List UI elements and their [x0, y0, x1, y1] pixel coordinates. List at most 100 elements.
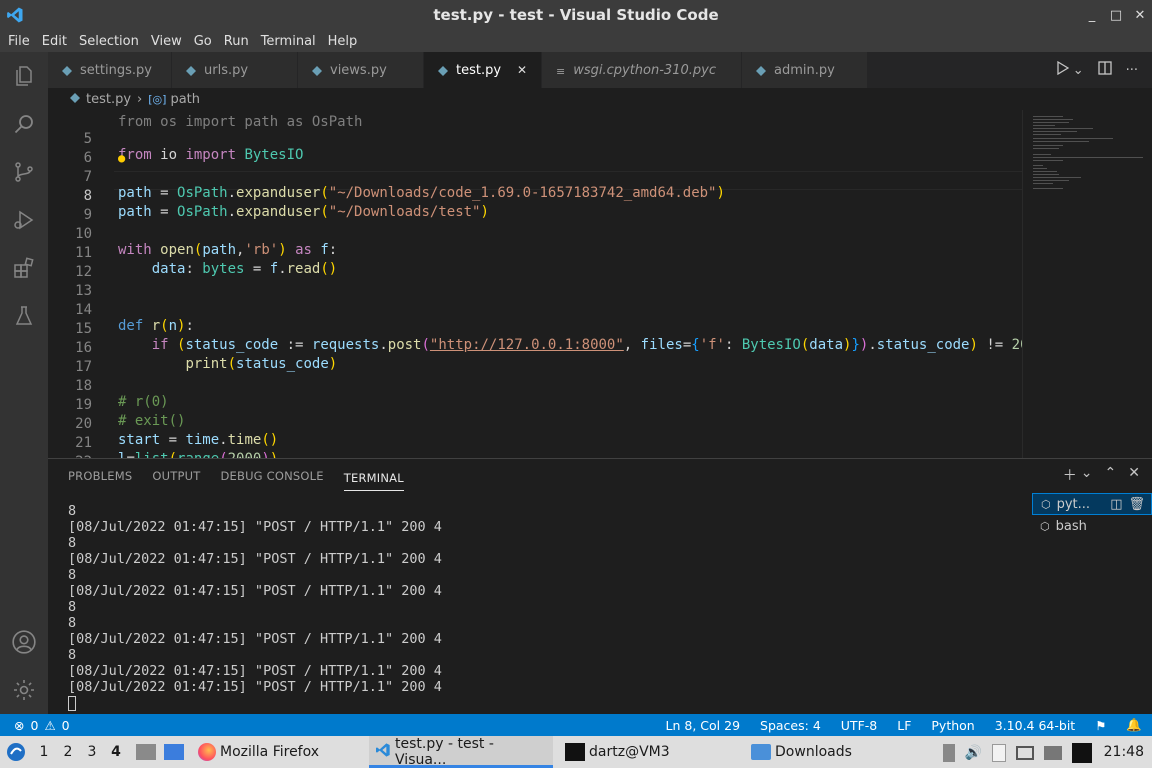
show-desktop-icon[interactable]: [136, 744, 156, 760]
title-bar: test.py - test - Visual Studio Code _ □ …: [0, 0, 1152, 30]
minimap[interactable]: [1022, 110, 1152, 458]
terminal-cube-icon: ⬡: [1041, 497, 1051, 511]
close-tab-icon[interactable]: ✕: [517, 63, 527, 77]
source-control-icon[interactable]: [0, 148, 48, 196]
binary-file-icon: ≡: [556, 65, 566, 78]
terminal-profile-chevron-icon[interactable]: ⌄: [1081, 465, 1093, 485]
terminal-instance-bash[interactable]: ⬡ bash: [1032, 515, 1152, 537]
system-monitor-icon[interactable]: [1072, 743, 1092, 763]
start-menu-icon[interactable]: [0, 742, 32, 762]
terminal-line: 8: [68, 503, 77, 519]
clipboard-icon[interactable]: [992, 744, 1006, 762]
workspace-3[interactable]: 3: [80, 744, 104, 760]
clock[interactable]: 21:48: [1104, 744, 1144, 760]
task-firefox[interactable]: Mozilla Firefox: [192, 736, 325, 768]
volume-icon[interactable]: 🔊: [965, 745, 982, 761]
code-line: 13: [75, 283, 92, 299]
terminal-instance-python[interactable]: ⬡ pyt... ◫ 🗑: [1032, 493, 1152, 515]
code-line: 15 if (status_code := requests.post("htt…: [75, 321, 1022, 353]
encoding[interactable]: UTF-8: [841, 718, 877, 733]
code-line: 21 l=list(range(2000)): [75, 435, 278, 458]
tab-wsgi-pyc[interactable]: ≡ wsgi.cpython-310.pyc: [542, 52, 742, 88]
menu-selection[interactable]: Selection: [73, 34, 145, 49]
testing-flask-icon[interactable]: [0, 292, 48, 340]
cursor-position[interactable]: Ln 8, Col 29: [666, 718, 741, 733]
more-actions-icon[interactable]: ···: [1126, 63, 1138, 78]
menu-help[interactable]: Help: [322, 34, 364, 49]
accounts-icon[interactable]: [0, 618, 48, 666]
run-file-icon[interactable]: [1057, 60, 1069, 79]
terminal-line: [08/Jul/2022 01:47:15] "POST / HTTP/1.1"…: [68, 551, 442, 567]
removable-drive-icon[interactable]: [1044, 746, 1062, 760]
menu-terminal[interactable]: Terminal: [255, 34, 322, 49]
kill-terminal-icon[interactable]: 🗑: [1128, 497, 1145, 512]
maximize-button[interactable]: □: [1104, 0, 1128, 30]
tab-admin-py[interactable]: admin.py: [742, 52, 868, 88]
search-icon[interactable]: [0, 100, 48, 148]
tab-settings-py[interactable]: settings.py: [48, 52, 172, 88]
code-line: 5 from io import BytesIO: [83, 131, 304, 163]
panel-tab-output[interactable]: OUTPUT: [152, 459, 200, 493]
tab-test-py[interactable]: test.py ✕: [424, 52, 542, 88]
extensions-icon[interactable]: [0, 244, 48, 292]
menu-file[interactable]: File: [2, 34, 36, 49]
network-icon[interactable]: [1016, 746, 1034, 760]
language-mode[interactable]: Python: [931, 718, 974, 733]
split-editor-icon[interactable]: [1097, 61, 1112, 79]
indentation[interactable]: Spaces: 4: [760, 718, 821, 733]
editor-tabs: settings.py urls.py views.py test.py ✕ ≡…: [48, 52, 1152, 88]
breadcrumb-file[interactable]: test.py: [86, 92, 131, 107]
menu-view[interactable]: View: [145, 34, 188, 49]
menu-edit[interactable]: Edit: [36, 34, 73, 49]
activity-bar: [0, 52, 48, 714]
feedback-icon[interactable]: ⚑: [1095, 718, 1106, 733]
terminal-line: [08/Jul/2022 01:47:15] "POST / HTTP/1.1"…: [68, 519, 442, 535]
split-terminal-icon[interactable]: ◫: [1110, 497, 1122, 512]
breadcrumb-symbol[interactable]: path: [170, 92, 200, 107]
maximize-panel-icon[interactable]: ⌃: [1105, 465, 1117, 485]
new-terminal-icon[interactable]: ＋: [1063, 465, 1077, 485]
terminal-cube-icon: ⬡: [1040, 519, 1050, 533]
menu-run[interactable]: Run: [218, 34, 255, 49]
lightbulb-icon[interactable]: ●: [118, 151, 125, 165]
terminal-line: 8: [68, 615, 77, 631]
terminal-cursor: [68, 696, 76, 711]
python-file-icon: [186, 65, 196, 76]
code-line: 12: [75, 264, 92, 280]
panel-tab-debug-console[interactable]: DEBUG CONSOLE: [220, 459, 323, 493]
workspace-1[interactable]: 1: [32, 744, 56, 760]
tab-urls-py[interactable]: urls.py: [172, 52, 298, 88]
terminal-output[interactable]: 8 [08/Jul/2022 01:47:15] "POST / HTTP/1.1…: [68, 503, 1008, 711]
close-panel-icon[interactable]: ✕: [1128, 465, 1140, 485]
python-interpreter[interactable]: 3.10.4 64-bit: [995, 718, 1075, 733]
terminal-app-icon: [565, 743, 586, 761]
menu-go[interactable]: Go: [188, 34, 218, 49]
code-editor[interactable]: from os import path as OsPath 5 from io …: [48, 110, 1022, 458]
tray-indicator-icon[interactable]: [942, 744, 955, 762]
panel-tab-problems[interactable]: PROBLEMS: [68, 459, 132, 493]
code-line: 20 start = time.time(): [75, 416, 279, 448]
settings-gear-icon[interactable]: [0, 666, 48, 714]
window-title: test.py - test - Visual Studio Code: [433, 6, 719, 24]
task-vscode[interactable]: test.py - test - Visua...: [369, 736, 554, 768]
explorer-icon[interactable]: [0, 52, 48, 100]
tab-views-py[interactable]: views.py: [298, 52, 424, 88]
run-options-chevron-icon[interactable]: ⌄: [1073, 63, 1084, 78]
code-line: 16 print(status_code): [75, 340, 338, 372]
problems-status[interactable]: ⊗ 0 ⚠ 0: [0, 718, 70, 733]
panel-tab-terminal[interactable]: TERMINAL: [343, 461, 404, 491]
file-manager-launcher-icon[interactable]: [164, 744, 184, 760]
workspace-2[interactable]: 2: [56, 744, 80, 760]
task-downloads[interactable]: Downloads: [745, 736, 858, 768]
workspace-4[interactable]: 4: [104, 744, 128, 760]
task-terminal[interactable]: dartz@VM3: [559, 736, 745, 768]
close-window-button[interactable]: ✕: [1128, 0, 1152, 30]
terminal-line: 8: [68, 535, 77, 551]
notifications-bell-icon[interactable]: 🔔: [1126, 717, 1142, 733]
end-of-line[interactable]: LF: [897, 718, 911, 733]
minimize-button[interactable]: _: [1080, 0, 1104, 30]
terminal-line: [08/Jul/2022 01:47:15] "POST / HTTP/1.1"…: [68, 679, 442, 695]
code-line: 10 with open(path,'rb') as f:: [75, 226, 338, 258]
run-debug-icon[interactable]: [0, 196, 48, 244]
python-file-icon: [62, 65, 72, 76]
